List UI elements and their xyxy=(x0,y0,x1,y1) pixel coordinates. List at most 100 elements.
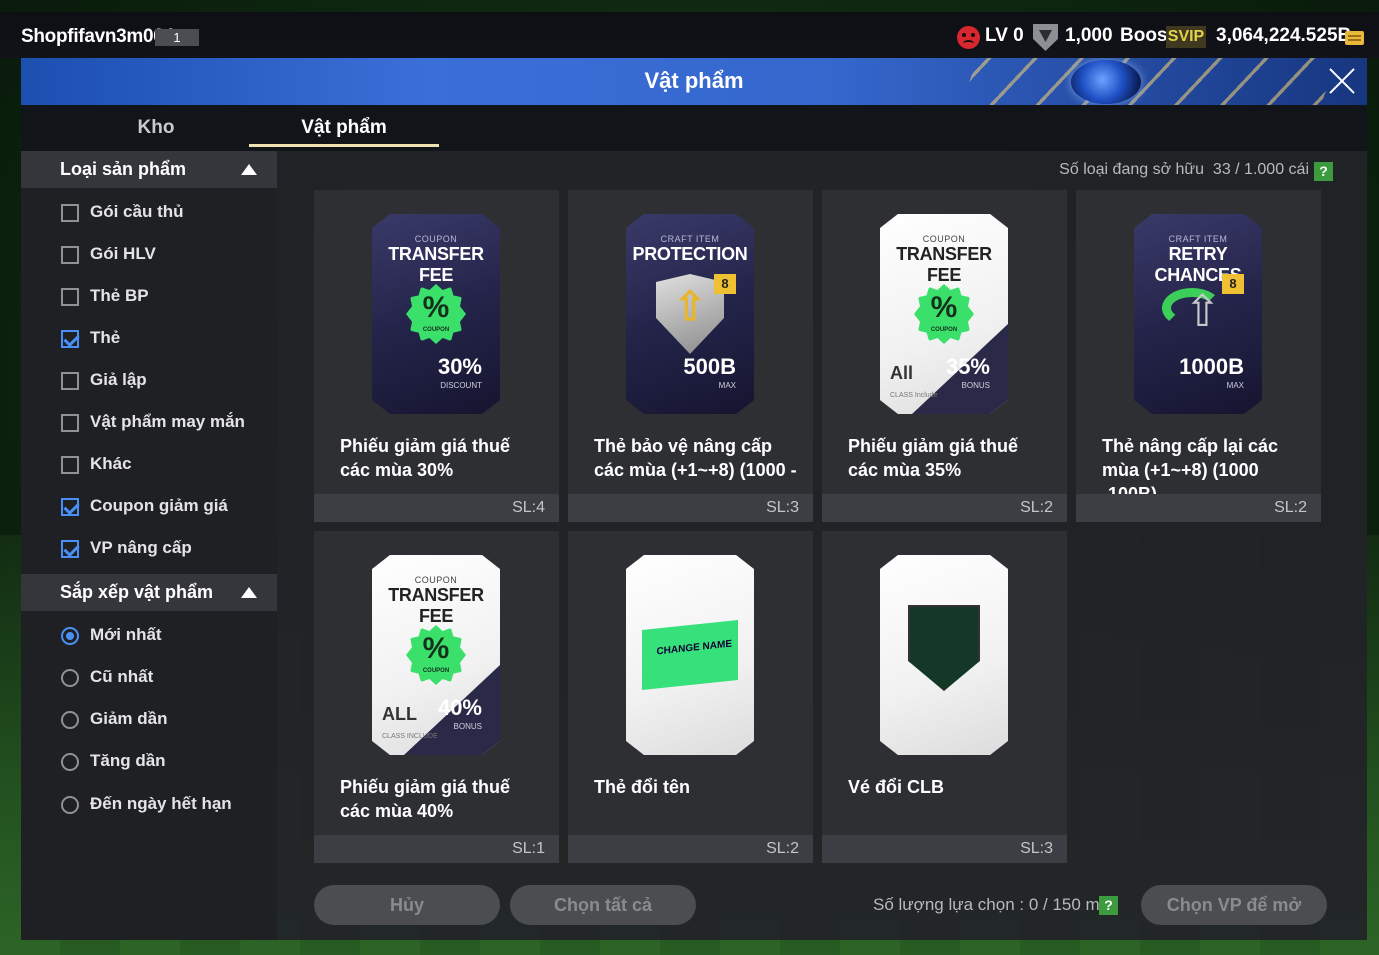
category-option[interactable]: Gói HLV xyxy=(61,241,271,269)
club-ticket-card-art xyxy=(880,555,1008,755)
category-option[interactable]: Gói cầu thủ xyxy=(61,199,271,227)
sort-option[interactable]: Giảm dần xyxy=(61,706,271,734)
sort-option[interactable]: Mới nhất xyxy=(61,622,271,650)
radio[interactable] xyxy=(61,711,79,729)
all-sub: CLASS Include xyxy=(890,392,938,399)
radio[interactable] xyxy=(61,753,79,771)
category-option[interactable]: Khác xyxy=(61,451,271,479)
protection-card-art: CRAFT ITEM PROTECTION 8 500B MAX xyxy=(626,214,754,414)
coupon-card-art: COUPON TRANSFER FEE % COUPON 30% DISCOUNT xyxy=(372,214,500,414)
option-label: Coupon giảm giá xyxy=(90,496,228,515)
cancel-button[interactable]: Hủy xyxy=(314,885,500,925)
percent-coupon-icon: % COUPON xyxy=(406,625,466,685)
item-card[interactable]: COUPON TRANSFER FEE % COUPON All CLASS In… xyxy=(822,190,1067,522)
open-items-button[interactable]: Chọn VP để mở xyxy=(1141,885,1327,925)
item-name: Phiếu giảm giá thuế các mùa 35% xyxy=(848,436,1019,480)
percent-coupon-icon: % COUPON xyxy=(406,284,466,344)
top-bar: Shopfifavn3m064 1 LV 0 1,000 Boost SVIP … xyxy=(0,12,1379,58)
item-name: Vé đổi CLB xyxy=(848,777,945,797)
sort-option[interactable]: Đến ngày hết hạn xyxy=(61,791,271,819)
user-level-badge: 1 xyxy=(155,29,199,46)
tab-vat-pham[interactable]: Vật phẩm xyxy=(249,105,439,151)
item-footer: SL:3 xyxy=(822,835,1067,863)
category-option[interactable]: Thẻ xyxy=(61,325,271,353)
help-icon[interactable]: ? xyxy=(1314,162,1333,181)
category-option[interactable]: Vật phẩm may mắn xyxy=(61,409,271,437)
tab-bar: Kho Vật phẩm xyxy=(21,105,1367,151)
option-label: Giảm dần xyxy=(90,709,168,728)
close-icon[interactable] xyxy=(1327,66,1357,96)
checkbox-checked[interactable] xyxy=(61,540,79,558)
art-title: TRANSFER FEE xyxy=(388,244,484,285)
item-name: Phiếu giảm giá thuế các mùa 40% xyxy=(340,777,511,821)
checkbox[interactable] xyxy=(61,372,79,390)
sort-section-header[interactable]: Sắp xếp vật phẩm xyxy=(21,574,277,611)
checkbox[interactable] xyxy=(61,246,79,264)
lv-value: LV 0 xyxy=(985,25,1024,46)
all-label: ALL xyxy=(382,704,417,724)
radio[interactable] xyxy=(61,796,79,814)
art-text: CHANGE NAME xyxy=(656,638,732,658)
category-option[interactable]: Thẻ BP xyxy=(61,283,271,311)
checkbox-checked[interactable] xyxy=(61,498,79,516)
owned-label: Số loại đang sở hữu xyxy=(1059,161,1205,178)
select-all-button[interactable]: Chọn tất cả xyxy=(510,885,696,925)
item-footer: SL:2 xyxy=(1076,494,1321,522)
radio-selected[interactable] xyxy=(61,627,79,645)
checkbox[interactable] xyxy=(61,204,79,222)
item-quantity: SL:2 xyxy=(1020,499,1053,516)
option-label: Gói cầu thủ xyxy=(90,202,184,221)
svip-badge[interactable]: SVIP xyxy=(1166,26,1206,48)
item-card[interactable]: CRAFT ITEM RETRY CHANCES ⇧ 8 1000B MAX T… xyxy=(1076,190,1321,522)
art-value: 500B xyxy=(683,354,736,379)
item-quantity: SL:1 xyxy=(512,840,545,857)
item-card[interactable]: CHANGE NAME Thẻ đổi tên SL:2 xyxy=(568,531,813,863)
panel-header: Vật phẩm xyxy=(21,58,1367,105)
collapse-triangle-icon xyxy=(241,164,257,175)
checkbox[interactable] xyxy=(61,288,79,306)
option-label: VP nâng cấp xyxy=(90,538,192,557)
art-sub: DISCOUNT xyxy=(440,381,482,390)
help-icon[interactable]: ? xyxy=(1099,896,1118,915)
art-value: 40% xyxy=(437,695,482,720)
checkbox[interactable] xyxy=(61,456,79,474)
art-title: PROTECTION xyxy=(632,244,748,264)
sort-option[interactable]: Cũ nhất xyxy=(61,664,271,692)
item-card[interactable]: Vé đổi CLB SL:3 xyxy=(822,531,1067,863)
category-option[interactable]: VP nâng cấp xyxy=(61,535,271,563)
item-card[interactable]: COUPON TRANSFER FEE % COUPON 30% DISCOUNT… xyxy=(314,190,559,522)
percent-coupon-icon: % COUPON xyxy=(914,284,974,344)
badge-percent: % xyxy=(422,632,450,665)
art-value: 1000B xyxy=(1179,354,1244,379)
owned-value: 33 / 1.000 cái xyxy=(1212,161,1309,178)
item-name: Thẻ bảo vệ nâng cấp các mùa (+1~+8) (100… xyxy=(594,436,797,480)
item-card[interactable]: CRAFT ITEM PROTECTION 8 500B MAX Thẻ bảo… xyxy=(568,190,813,522)
checkbox-checked[interactable] xyxy=(61,330,79,348)
ticket-count: 1,000 xyxy=(1065,25,1113,46)
sort-section-title: Sắp xếp vật phẩm xyxy=(60,582,214,602)
option-label: Giả lập xyxy=(90,370,147,389)
checkbox[interactable] xyxy=(61,414,79,432)
item-card[interactable]: COUPON TRANSFER FEE % COUPON ALL CLASS IN… xyxy=(314,531,559,863)
bottom-action-bar: Hủy Chọn tất cả Số lượng lựa chọn : 0 / … xyxy=(277,878,1367,940)
selection-count: Số lượng lựa chọn : 0 / 150 món xyxy=(873,895,1119,914)
level-badge: 8 xyxy=(1222,274,1244,294)
badge-percent: % xyxy=(422,291,450,324)
radio[interactable] xyxy=(61,669,79,687)
panel-title: Vật phẩm xyxy=(644,68,744,93)
item-footer: SL:2 xyxy=(568,835,813,863)
level-badge: 8 xyxy=(714,274,736,294)
filter-sidebar: Loại sản phẩm Gói cầu thủ Gói HLV Thẻ BP… xyxy=(21,151,277,940)
art-value: 35% xyxy=(945,354,990,379)
tab-kho[interactable]: Kho xyxy=(61,105,251,151)
art-caption: COUPON xyxy=(922,234,966,244)
art-caption: COUPON xyxy=(414,234,458,244)
category-option[interactable]: Coupon giảm giá xyxy=(61,493,271,521)
badge-coupon: COUPON xyxy=(422,668,450,674)
badge-coupon: COUPON xyxy=(422,327,450,333)
sort-option[interactable]: Tăng dần xyxy=(61,748,271,776)
category-option[interactable]: Giả lập xyxy=(61,367,271,395)
item-quantity: SL:2 xyxy=(766,840,799,857)
category-section-header[interactable]: Loại sản phẩm xyxy=(21,151,277,188)
collapse-triangle-icon xyxy=(241,587,257,598)
